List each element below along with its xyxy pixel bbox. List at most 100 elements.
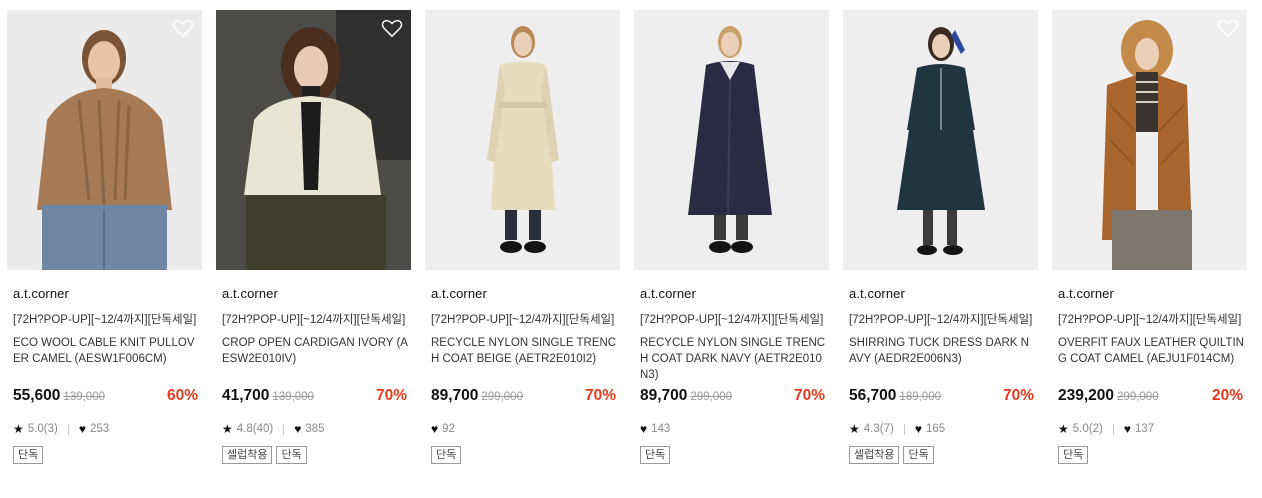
discount-rate: 70% bbox=[375, 387, 407, 404]
brand-name[interactable]: a.t.corner bbox=[431, 286, 487, 301]
product-image[interactable] bbox=[216, 10, 411, 270]
rating: 5.0(3) bbox=[27, 423, 58, 435]
product-card[interactable]: a.t.corner [72H?POP-UP][~12/4까지][단독세일] C… bbox=[216, 10, 411, 490]
product-name[interactable]: OVERFIT FAUX LEATHER QUILTING COAT CAMEL… bbox=[1058, 335, 1244, 367]
sale-price: 89,700 299,000 bbox=[431, 387, 523, 405]
original-price: 139,000 bbox=[272, 391, 314, 403]
product-meta: ★ 4.3(7) ♥ 165 bbox=[849, 422, 945, 436]
product-name[interactable]: CROP OPEN CARDIGAN IVORY (AESW2E010IV) bbox=[222, 335, 408, 367]
price-value: 41,700 bbox=[222, 387, 270, 404]
meta-divider bbox=[903, 423, 905, 435]
original-price: 299,000 bbox=[481, 391, 523, 403]
rating: 4.3(7) bbox=[863, 423, 894, 435]
meta-divider bbox=[283, 423, 285, 435]
meta-divider bbox=[1112, 423, 1114, 435]
promo-tag[interactable]: [72H?POP-UP][~12/4까지][단독세일] bbox=[1058, 311, 1244, 327]
badge-celebrity: 셀럽착용 bbox=[222, 446, 273, 464]
product-meta: ♥ 92 bbox=[431, 422, 455, 436]
product-name[interactable]: ECO WOOL CABLE KNIT PULLOVER CAMEL (AESW… bbox=[13, 335, 199, 367]
wishlist-heart-icon[interactable] bbox=[1217, 18, 1239, 38]
badge-exclusive: 단독 bbox=[640, 446, 671, 464]
heart-icon: ♥ bbox=[640, 422, 648, 436]
brand-name[interactable]: a.t.corner bbox=[640, 286, 696, 301]
price-value: 55,600 bbox=[13, 387, 61, 404]
promo-tag[interactable]: [72H?POP-UP][~12/4까지][단독세일] bbox=[13, 311, 199, 327]
badge-list: 단독 bbox=[431, 446, 462, 464]
like-count: 165 bbox=[925, 423, 946, 435]
product-meta: ♥ 143 bbox=[640, 422, 670, 436]
like-count: 385 bbox=[305, 423, 325, 435]
badge-list: 단독 bbox=[640, 446, 671, 464]
product-card[interactable]: a.t.corner [72H?POP-UP][~12/4까지][단독세일] R… bbox=[634, 10, 829, 490]
sale-price: 56,700 189,000 bbox=[849, 387, 941, 405]
sale-price: 89,700 299,000 bbox=[640, 387, 732, 405]
price-value: 56,700 bbox=[849, 387, 897, 404]
price-value: 239,200 bbox=[1058, 387, 1115, 404]
discount-rate: 60% bbox=[166, 387, 198, 404]
badge-exclusive: 단독 bbox=[903, 446, 934, 464]
star-icon: ★ bbox=[1058, 422, 1069, 436]
badge-exclusive: 단독 bbox=[431, 446, 462, 464]
heart-icon: ♥ bbox=[914, 422, 922, 436]
original-price: 299,000 bbox=[690, 391, 732, 403]
original-price: 299,000 bbox=[1117, 391, 1159, 403]
badge-list: 단독 bbox=[1058, 446, 1089, 464]
original-price: 189,000 bbox=[899, 391, 941, 403]
star-icon: ★ bbox=[849, 422, 860, 436]
product-card[interactable]: a.t.corner [72H?POP-UP][~12/4까지][단독세일] E… bbox=[7, 10, 202, 490]
price-value: 89,700 bbox=[640, 387, 688, 404]
product-image[interactable] bbox=[843, 10, 1038, 270]
product-image[interactable] bbox=[634, 10, 829, 270]
product-meta: ★ 5.0(3) ♥ 253 bbox=[13, 422, 109, 436]
like-count: 253 bbox=[89, 423, 110, 435]
product-grid: a.t.corner [72H?POP-UP][~12/4까지][단독세일] E… bbox=[7, 10, 1257, 490]
wishlist-heart-icon[interactable] bbox=[172, 18, 194, 38]
brand-name[interactable]: a.t.corner bbox=[849, 286, 905, 301]
promo-tag[interactable]: [72H?POP-UP][~12/4까지][단독세일] bbox=[849, 311, 1035, 327]
meta-divider bbox=[67, 423, 69, 435]
badge-celebrity: 셀럽착용 bbox=[849, 446, 900, 464]
discount-rate: 70% bbox=[584, 387, 616, 404]
wishlist-heart-icon[interactable] bbox=[381, 18, 403, 38]
like-count: 92 bbox=[442, 423, 455, 435]
badge-exclusive: 단독 bbox=[276, 446, 307, 464]
product-name[interactable]: RECYCLE NYLON SINGLE TRENCH COAT DARK NA… bbox=[640, 335, 826, 383]
price-value: 89,700 bbox=[431, 387, 479, 404]
star-icon: ★ bbox=[222, 422, 233, 436]
rating: 4.8(40) bbox=[236, 423, 274, 435]
brand-name[interactable]: a.t.corner bbox=[1058, 286, 1114, 301]
product-card[interactable]: a.t.corner [72H?POP-UP][~12/4까지][단독세일] O… bbox=[1052, 10, 1247, 490]
sale-price: 239,200 299,000 bbox=[1058, 387, 1159, 405]
product-name[interactable]: RECYCLE NYLON SINGLE TRENCH COAT BEIGE (… bbox=[431, 335, 617, 367]
like-count: 137 bbox=[1134, 423, 1155, 435]
rating: 5.0(2) bbox=[1072, 423, 1103, 435]
heart-icon: ♥ bbox=[1123, 422, 1131, 436]
product-image[interactable] bbox=[1052, 10, 1247, 270]
promo-tag[interactable]: [72H?POP-UP][~12/4까지][단독세일] bbox=[431, 311, 617, 327]
heart-icon: ♥ bbox=[78, 422, 86, 436]
brand-name[interactable]: a.t.corner bbox=[13, 286, 69, 301]
badge-exclusive: 단독 bbox=[13, 446, 44, 464]
brand-name[interactable]: a.t.corner bbox=[222, 286, 278, 301]
sale-price: 55,600 139,000 bbox=[13, 387, 105, 405]
sale-price: 41,700 139,000 bbox=[222, 387, 314, 405]
discount-rate: 20% bbox=[1211, 387, 1243, 404]
discount-rate: 70% bbox=[793, 387, 825, 404]
product-card[interactable]: a.t.corner [72H?POP-UP][~12/4까지][단독세일] R… bbox=[425, 10, 620, 490]
badge-list: 단독 bbox=[13, 446, 44, 464]
heart-icon: ♥ bbox=[294, 422, 302, 436]
like-count: 143 bbox=[651, 423, 671, 435]
product-meta: ★ 4.8(40) ♥ 385 bbox=[222, 422, 325, 436]
product-name[interactable]: SHIRRING TUCK DRESS DARK NAVY (AEDR2E006… bbox=[849, 335, 1035, 367]
product-image[interactable] bbox=[425, 10, 620, 270]
product-meta: ★ 5.0(2) ♥ 137 bbox=[1058, 422, 1154, 436]
original-price: 139,000 bbox=[63, 391, 105, 403]
product-image[interactable] bbox=[7, 10, 202, 270]
discount-rate: 70% bbox=[1002, 387, 1034, 404]
star-icon: ★ bbox=[13, 422, 24, 436]
heart-icon: ♥ bbox=[431, 422, 439, 436]
badge-exclusive: 단독 bbox=[1058, 446, 1089, 464]
promo-tag[interactable]: [72H?POP-UP][~12/4까지][단독세일] bbox=[222, 311, 408, 327]
promo-tag[interactable]: [72H?POP-UP][~12/4까지][단독세일] bbox=[640, 311, 826, 327]
product-card[interactable]: a.t.corner [72H?POP-UP][~12/4까지][단독세일] S… bbox=[843, 10, 1038, 490]
